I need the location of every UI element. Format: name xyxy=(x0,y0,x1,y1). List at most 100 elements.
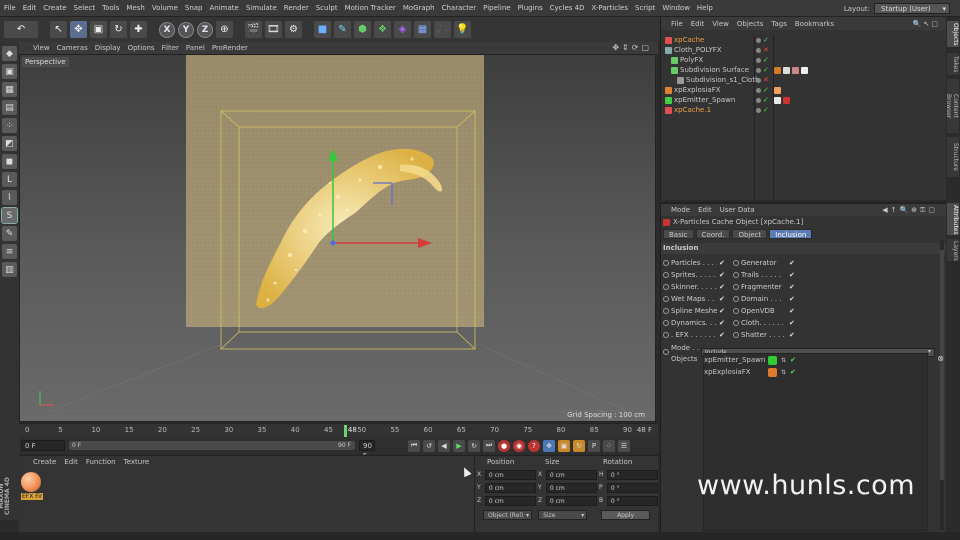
inclusion-option[interactable]: OpenVDB ✔ xyxy=(733,305,795,316)
material-menu-edit[interactable]: Edit xyxy=(64,458,78,466)
disabled-icon[interactable]: ✕ xyxy=(763,76,769,84)
menu-item-create[interactable]: Create xyxy=(43,4,66,12)
menu-item-script[interactable]: Script xyxy=(635,4,655,12)
previous-frame-icon[interactable]: ◀ xyxy=(438,439,450,452)
camera-icon[interactable]: 🎥 xyxy=(434,21,451,38)
texture-mode-icon[interactable]: ▦ xyxy=(2,82,17,97)
material-menu-create[interactable]: Create xyxy=(33,458,56,466)
visibility-dot-icon[interactable] xyxy=(756,47,761,53)
coordinate-mode-dropdown[interactable]: Object (Rel) xyxy=(483,510,533,521)
om-menu-edit[interactable]: Edit xyxy=(691,20,705,28)
paint-icon[interactable]: ✎ xyxy=(2,226,17,241)
menu-item-snap[interactable]: Snap xyxy=(185,4,203,12)
enabled-check-icon[interactable]: ✓ xyxy=(763,96,769,104)
option-checkbox-icon[interactable]: ✔ xyxy=(719,283,725,291)
objects-list[interactable]: xpEmitter_Spawn ⇅ ✔ xpExplosiaFX ⇅ ✔ xyxy=(703,353,928,531)
y-axis-lock-icon[interactable]: Y xyxy=(178,21,194,38)
viewport-menu-cameras[interactable]: Cameras xyxy=(57,44,88,52)
rotation-field[interactable]: 0 ° xyxy=(606,482,658,493)
coordinate-system-icon[interactable]: ⊕ xyxy=(216,21,233,38)
option-checkbox-icon[interactable]: ✔ xyxy=(789,271,795,279)
object-row[interactable]: xpExplosiaFX ✓ xyxy=(661,85,947,95)
tag-icon[interactable] xyxy=(792,66,799,74)
z-axis-lock-icon[interactable]: Z xyxy=(197,21,213,38)
floor-icon[interactable]: ▦ xyxy=(414,21,431,38)
tab-inclusion[interactable]: Inclusion xyxy=(769,229,813,239)
side-tab-objects[interactable]: Objects xyxy=(947,21,959,47)
viewport-label[interactable]: Perspective xyxy=(22,57,69,67)
inclusion-option[interactable]: Domain . . . ✔ xyxy=(733,293,795,304)
option-checkbox-icon[interactable]: ✔ xyxy=(719,295,725,303)
om-menu-view[interactable]: View xyxy=(712,20,729,28)
menu-item-simulate[interactable]: Simulate xyxy=(246,4,277,12)
position-field[interactable]: 0 cm xyxy=(484,495,536,506)
preview-range-slider[interactable]: 0 F 90 F xyxy=(69,441,355,450)
inclusion-option[interactable]: Skinner. . . . . . .✔ xyxy=(663,281,725,292)
option-radio-icon[interactable] xyxy=(663,295,669,302)
timeline-window-icon[interactable]: ☰ xyxy=(618,439,630,452)
viewport-menu-prorender[interactable]: ProRender xyxy=(212,44,248,52)
viewport-nav-icons[interactable]: ✥⇕⟳▢ xyxy=(612,43,652,52)
param-key-icon[interactable]: P xyxy=(588,439,600,452)
tag-icon[interactable] xyxy=(783,66,790,74)
am-menu-userdata[interactable]: User Data xyxy=(720,206,755,214)
undo-icon[interactable]: ↶ xyxy=(4,21,38,38)
end-frame-field[interactable]: 90 F xyxy=(359,440,375,460)
points-mode-icon[interactable]: ⁘ xyxy=(2,118,17,133)
visibility-flags[interactable]: ✓ xyxy=(756,96,769,104)
record-icon[interactable]: ● xyxy=(498,439,510,452)
move-tool-icon[interactable]: ✥ xyxy=(70,21,87,38)
inclusion-option[interactable]: Spline Mesher ✔ xyxy=(663,305,725,316)
om-menu-file[interactable]: File xyxy=(671,20,683,28)
pen-icon[interactable]: ✎ xyxy=(334,21,351,38)
inclusion-option[interactable]: Particles . . . . . .✔ xyxy=(663,257,725,268)
visibility-dot-icon[interactable] xyxy=(756,37,761,43)
tab-object[interactable]: Object xyxy=(732,229,768,239)
menu-item-cycles-4d[interactable]: Cycles 4D xyxy=(550,4,585,12)
add-tool-icon[interactable]: ✚ xyxy=(130,21,147,38)
menu-item-animate[interactable]: Animate xyxy=(210,4,239,12)
option-radio-icon[interactable] xyxy=(733,307,739,314)
visibility-flags[interactable]: ✓ xyxy=(756,106,769,114)
disabled-icon[interactable]: ✕ xyxy=(763,46,769,54)
viewport-menu-view[interactable]: View xyxy=(33,44,50,52)
object-row[interactable]: xpCache ✓ xyxy=(661,35,947,45)
visibility-flags[interactable]: ✓ xyxy=(756,66,769,74)
visibility-flags[interactable]: ✕ xyxy=(756,46,769,54)
layers-icon[interactable]: ▥ xyxy=(2,262,17,277)
apply-button[interactable]: Apply xyxy=(601,510,650,520)
start-frame-field[interactable]: 0 F xyxy=(21,440,65,451)
visibility-dot-icon[interactable] xyxy=(756,77,761,83)
visibility-flags[interactable]: ✓ xyxy=(756,36,769,44)
option-radio-icon[interactable] xyxy=(663,319,669,326)
visibility-dot-icon[interactable] xyxy=(756,87,761,93)
go-to-start-icon[interactable]: ⏮ xyxy=(408,439,420,452)
render-region-icon[interactable]: 🎬 xyxy=(245,21,262,38)
option-radio-icon[interactable] xyxy=(733,295,739,302)
inclusion-option[interactable]: Dynamics. . . . ✔ xyxy=(663,317,725,328)
menu-item-sculpt[interactable]: Sculpt xyxy=(316,4,338,12)
am-nav-icons[interactable]: ◀↑🔍⊕⚿▢ xyxy=(882,206,938,215)
rotation-field[interactable]: 0 ° xyxy=(606,495,658,506)
subdivision-icon[interactable]: ⬢ xyxy=(354,21,371,38)
om-menu-objects[interactable]: Objects xyxy=(737,20,763,28)
menu-item-plugins[interactable]: Plugins xyxy=(518,4,543,12)
menu-item-mograph[interactable]: MoGraph xyxy=(403,4,435,12)
menu-item-tools[interactable]: Tools xyxy=(102,4,119,12)
option-radio-icon[interactable] xyxy=(733,259,739,266)
option-checkbox-icon[interactable]: ✔ xyxy=(789,307,795,315)
previous-key-icon[interactable]: ↺ xyxy=(423,439,435,452)
viewport-menu-options[interactable]: Options xyxy=(128,44,155,52)
inclusion-option[interactable]: Sprites. . . . . . .✔ xyxy=(663,269,725,280)
inclusion-option[interactable]: Shatter . . . . ✔ xyxy=(733,329,795,340)
size-field[interactable]: 0 cm xyxy=(545,469,597,480)
axis-mode-icon[interactable]: L xyxy=(2,172,17,187)
inclusion-object-row[interactable]: xpEmitter_Spawn ⇅ ✔ xyxy=(704,354,927,366)
cube-icon[interactable]: ■ xyxy=(314,21,331,38)
reorder-icon[interactable]: ⇅ xyxy=(781,357,786,364)
solo-icon[interactable]: ≡ xyxy=(2,244,17,259)
om-menu-bookmarks[interactable]: Bookmarks xyxy=(795,20,834,28)
tag-icon[interactable] xyxy=(774,66,781,74)
inclusion-object-row[interactable]: xpExplosiaFX ⇅ ✔ xyxy=(704,366,927,378)
side-tab-content-browser[interactable]: Content Browser xyxy=(945,79,959,133)
